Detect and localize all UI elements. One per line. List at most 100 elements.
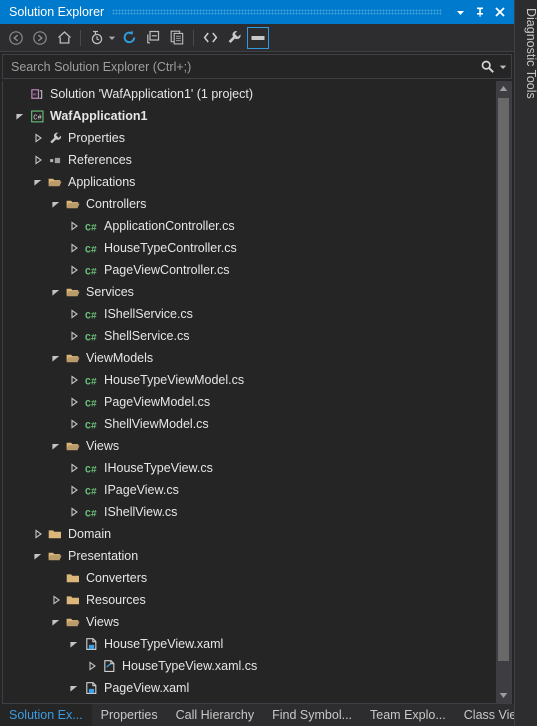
folder-closed-icon (66, 595, 79, 604)
tree-row[interactable]: ∞ Solution 'WafApplication1' (1 project) (3, 83, 496, 105)
tree-row[interactable]: C# ShellViewModel.cs (3, 413, 496, 435)
bottom-tab-strip[interactable]: Solution Ex... Properties Call Hierarchy Fi… (0, 704, 525, 726)
tab-label: Call Hierarchy (175, 708, 255, 722)
tab-solution-explorer[interactable]: Solution Ex... (0, 704, 92, 726)
tree-row-label: WafApplication1 (50, 109, 148, 123)
scroll-down-arrow-icon[interactable] (496, 688, 511, 703)
svg-text:C#: C# (33, 114, 42, 122)
tree-twisty[interactable] (31, 523, 45, 545)
tree-twisty[interactable] (85, 699, 99, 703)
tree-row[interactable]: Presentation (3, 545, 496, 567)
tree-row[interactable]: PageView.xaml (3, 677, 496, 699)
scrollbar-thumb[interactable] (498, 98, 509, 661)
view-code-button[interactable] (199, 27, 221, 49)
auto-hide-button[interactable] (470, 2, 490, 22)
search-input[interactable] (11, 59, 480, 74)
diagnostic-tools-tab[interactable]: Diagnostic Tools (515, 6, 537, 101)
csharp-file-icon: C# (81, 413, 101, 435)
tree-row[interactable]: Applications (3, 171, 496, 193)
tree-twisty[interactable] (85, 655, 99, 677)
tree-twisty[interactable] (31, 171, 45, 193)
tree-row[interactable]: Services (3, 281, 496, 303)
refresh-button[interactable] (118, 27, 140, 49)
tree-row[interactable]: Properties (3, 127, 496, 149)
tree-twisty[interactable] (49, 347, 63, 369)
tree-twisty[interactable] (67, 303, 81, 325)
tree-row[interactable]: C# IShellView.cs (3, 501, 496, 523)
tree-twisty[interactable] (67, 501, 81, 523)
tree-area: ∞ Solution 'WafApplication1' (1 project)… (2, 81, 512, 704)
tree-row[interactable]: Converters (3, 567, 496, 589)
tree-twisty[interactable] (49, 611, 63, 633)
tree-twisty[interactable] (31, 149, 45, 171)
tab-properties[interactable]: Properties (92, 704, 167, 726)
tree-row[interactable]: C# WafApplication1 (3, 105, 496, 127)
window-dropdown-button[interactable] (450, 2, 470, 22)
collapse-all-button[interactable] (142, 27, 164, 49)
tree-twisty[interactable] (49, 281, 63, 303)
back-button[interactable] (5, 27, 27, 49)
tree-twisty[interactable] (13, 105, 27, 127)
tree-row[interactable]: ViewModels (3, 347, 496, 369)
tree-twisty[interactable] (31, 545, 45, 567)
tree-twisty[interactable] (49, 435, 63, 457)
tree-row[interactable]: HouseTypeView.xaml.cs (3, 655, 496, 677)
solution-tree[interactable]: ∞ Solution 'WafApplication1' (1 project)… (3, 81, 496, 703)
tree-row[interactable]: Resources (3, 589, 496, 611)
tree-row[interactable]: References (3, 149, 496, 171)
tree-row[interactable]: C# ApplicationController.cs (3, 215, 496, 237)
tree-row[interactable]: C# PageViewController.cs (3, 259, 496, 281)
tree-row[interactable]: C# HouseTypeViewModel.cs (3, 369, 496, 391)
tree-twisty[interactable] (31, 127, 45, 149)
vertical-scrollbar[interactable] (496, 81, 511, 703)
tree-twisty[interactable] (67, 479, 81, 501)
forward-button[interactable] (29, 27, 51, 49)
svg-text:C#: C# (84, 398, 96, 409)
tree-row-label: Presentation (68, 549, 139, 563)
tree-row[interactable]: PageView.xaml.cs (3, 699, 496, 703)
tree-twisty[interactable] (49, 589, 63, 611)
tab-team-explorer[interactable]: Team Explo... (361, 704, 455, 726)
properties-button[interactable] (223, 27, 245, 49)
tree-twisty[interactable] (67, 237, 81, 259)
preview-selected-button[interactable] (247, 26, 269, 49)
search-options-dropdown[interactable] (499, 63, 507, 71)
tree-row[interactable]: C# IHouseTypeView.cs (3, 457, 496, 479)
tree-twisty[interactable] (67, 369, 81, 391)
tree-twisty[interactable] (67, 677, 81, 699)
search-bar[interactable] (2, 54, 512, 79)
twisty-collapsed-icon (71, 265, 78, 275)
pending-changes-button[interactable] (86, 27, 108, 49)
tree-twisty[interactable] (67, 633, 81, 655)
tree-twisty[interactable] (67, 457, 81, 479)
xaml-code-behind-icon (99, 699, 119, 703)
tree-twisty[interactable] (67, 259, 81, 281)
tree-twisty[interactable] (67, 215, 81, 237)
folder-open-icon (66, 288, 80, 296)
tree-row[interactable]: C# IShellService.cs (3, 303, 496, 325)
title-drag-grip[interactable] (112, 9, 442, 15)
tree-row[interactable]: Views (3, 611, 496, 633)
tree-row[interactable]: C# HouseTypeController.cs (3, 237, 496, 259)
tree-row[interactable]: C# IPageView.cs (3, 479, 496, 501)
tab-call-hierarchy[interactable]: Call Hierarchy (167, 704, 264, 726)
tree-twisty[interactable] (67, 325, 81, 347)
tree-row[interactable]: Domain (3, 523, 496, 545)
home-button[interactable] (53, 27, 75, 49)
tab-find-symbol[interactable]: Find Symbol... (263, 704, 361, 726)
scroll-up-arrow-icon[interactable] (496, 81, 511, 96)
magnifier-icon[interactable] (480, 59, 495, 74)
tab-label: Properties (100, 708, 158, 722)
tree-row[interactable]: HouseTypeView.xaml (3, 633, 496, 655)
tree-row[interactable]: Controllers (3, 193, 496, 215)
tree-row-label: Converters (86, 571, 148, 585)
tree-row[interactable]: Views (3, 435, 496, 457)
tree-twisty[interactable] (67, 391, 81, 413)
close-button[interactable] (490, 2, 510, 22)
tree-twisty[interactable] (49, 193, 63, 215)
tree-row[interactable]: C# ShellService.cs (3, 325, 496, 347)
show-all-files-button[interactable] (166, 27, 188, 49)
tree-row[interactable]: C# PageViewModel.cs (3, 391, 496, 413)
pending-changes-dropdown[interactable] (107, 27, 117, 49)
tree-twisty[interactable] (67, 413, 81, 435)
